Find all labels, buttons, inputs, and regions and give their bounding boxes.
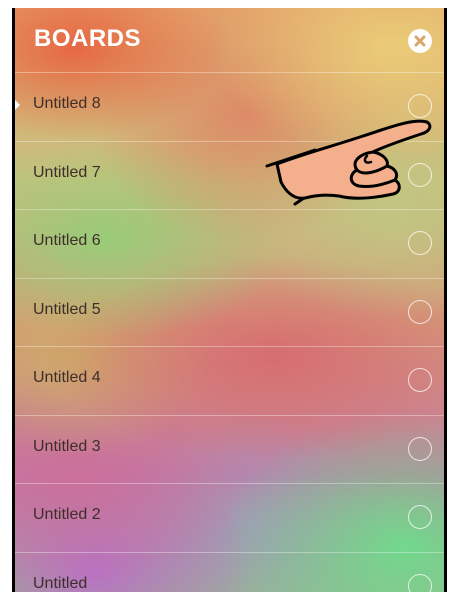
board-label: Untitled 3 [33,438,101,456]
board-label: Untitled 2 [33,506,101,524]
board-label: Untitled 7 [33,164,101,182]
board-label: Untitled 8 [33,95,101,113]
board-select-radio[interactable] [408,574,432,592]
close-icon [408,29,432,53]
board-select-radio[interactable] [408,437,432,461]
board-item-untitled-5[interactable]: Untitled 5 [15,278,444,347]
board-select-radio[interactable] [408,231,432,255]
board-select-radio[interactable] [408,300,432,324]
board-label: Untitled 6 [33,232,101,250]
pointing-hand-icon [263,114,435,210]
board-item-untitled[interactable]: Untitled [15,552,444,592]
board-label: Untitled 5 [33,301,101,319]
active-board-indicator [15,100,20,110]
board-select-radio[interactable] [408,368,432,392]
board-item-untitled-3[interactable]: Untitled 3 [15,415,444,484]
board-label: Untitled 4 [33,369,101,387]
boards-title: BOARDS [34,25,141,53]
boards-header: BOARDS [15,8,444,72]
board-item-untitled-4[interactable]: Untitled 4 [15,346,444,415]
board-item-untitled-2[interactable]: Untitled 2 [15,483,444,552]
board-label: Untitled [33,575,87,592]
board-item-untitled-6[interactable]: Untitled 6 [15,209,444,278]
board-select-radio[interactable] [408,505,432,529]
close-button[interactable] [408,29,432,53]
boards-panel: BOARDS Untitled 8 Untitled 7 Untitled 6 … [12,8,447,592]
